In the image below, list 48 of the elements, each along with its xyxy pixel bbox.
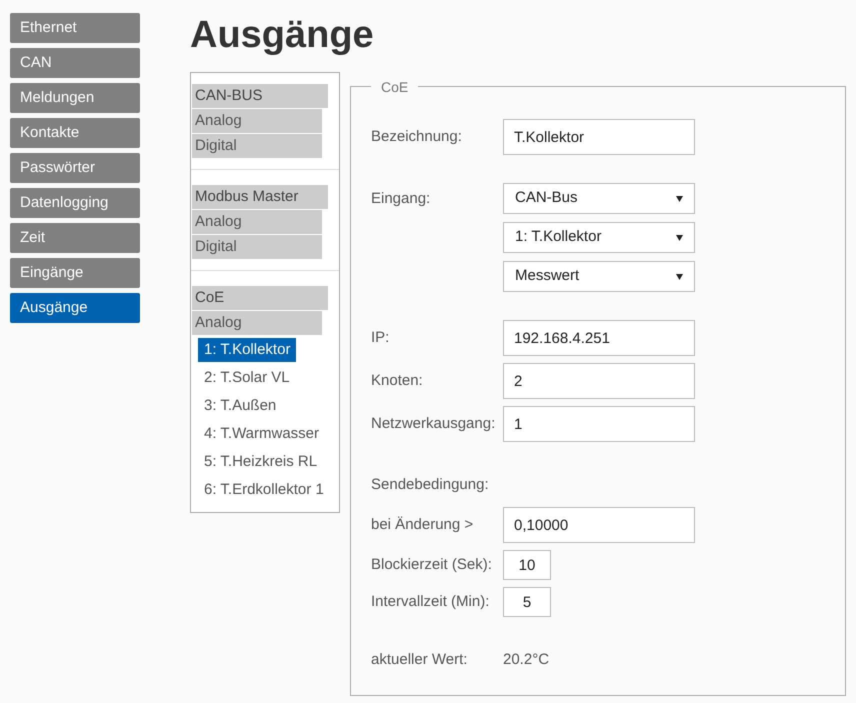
nav-item[interactable]: CAN: [10, 48, 140, 78]
input-field[interactable]: 10: [503, 550, 551, 580]
field-label: Netzwerkausgang:: [371, 415, 496, 432]
nav-item[interactable]: Meldungen: [10, 83, 140, 113]
current-value: 20.2°C: [503, 650, 550, 670]
field-label: aktueller Wert:: [371, 651, 468, 668]
dropdown[interactable]: Messwert: [503, 261, 695, 292]
field-label: Bezeichnung:: [371, 128, 462, 145]
tree-item[interactable]: 2: T.Solar VL: [198, 366, 296, 390]
tree-item[interactable]: Analog: [192, 311, 322, 335]
field-label: Sendebedingung:: [371, 474, 489, 495]
field-label: Knoten:: [371, 372, 423, 389]
nav-item[interactable]: Ausgänge: [10, 293, 140, 323]
input-field[interactable]: 5: [503, 587, 551, 617]
tree-group[interactable]: CAN-BUS: [192, 84, 328, 108]
nav-item[interactable]: Eingänge: [10, 258, 140, 288]
tree-item[interactable]: Digital: [192, 235, 322, 259]
tree-item[interactable]: 1: T.Kollektor: [198, 338, 296, 362]
field-label: Intervallzeit (Min):: [371, 593, 490, 610]
input-field[interactable]: T.Kollektor: [503, 119, 695, 155]
dropdown[interactable]: CAN-Bus: [503, 183, 695, 214]
dropdown[interactable]: 1: T.Kollektor: [503, 222, 695, 253]
caret-icon: [676, 234, 683, 240]
caret-icon: [676, 274, 683, 280]
nav-item[interactable]: Kontakte: [10, 118, 140, 148]
nav-item[interactable]: Zeit: [10, 223, 140, 253]
nav-item[interactable]: Passwörter: [10, 153, 140, 183]
tree-item[interactable]: 3: T.Außen: [198, 394, 282, 418]
input-field[interactable]: 0,10000: [503, 507, 695, 543]
field-label: Blockierzeit (Sek):: [371, 556, 492, 573]
tree-item[interactable]: Analog: [192, 109, 322, 133]
tree-group[interactable]: CoE: [192, 286, 328, 310]
nav-item[interactable]: Ethernet: [10, 13, 140, 43]
tree-item[interactable]: 4: T.Warmwasser: [198, 422, 326, 446]
page-title: Ausgänge: [190, 13, 375, 58]
input-field[interactable]: 2: [503, 363, 695, 399]
tree-item[interactable]: Analog: [192, 210, 322, 234]
tree-item[interactable]: 6: T.Erdkollektor 1: [198, 478, 330, 502]
field-label: bei Änderung >: [371, 516, 474, 533]
field-label: IP:: [371, 329, 390, 346]
tree-item[interactable]: 5: T.Heizkreis RL: [198, 450, 324, 474]
caret-icon: [676, 196, 683, 202]
nav-item[interactable]: Datenlogging: [10, 188, 140, 218]
input-field[interactable]: 1: [503, 406, 695, 442]
input-field[interactable]: 192.168.4.251: [503, 320, 695, 356]
field-label: Eingang:: [371, 190, 430, 206]
tree-group[interactable]: Modbus Master: [192, 185, 328, 209]
tree-item[interactable]: Digital: [192, 134, 322, 158]
